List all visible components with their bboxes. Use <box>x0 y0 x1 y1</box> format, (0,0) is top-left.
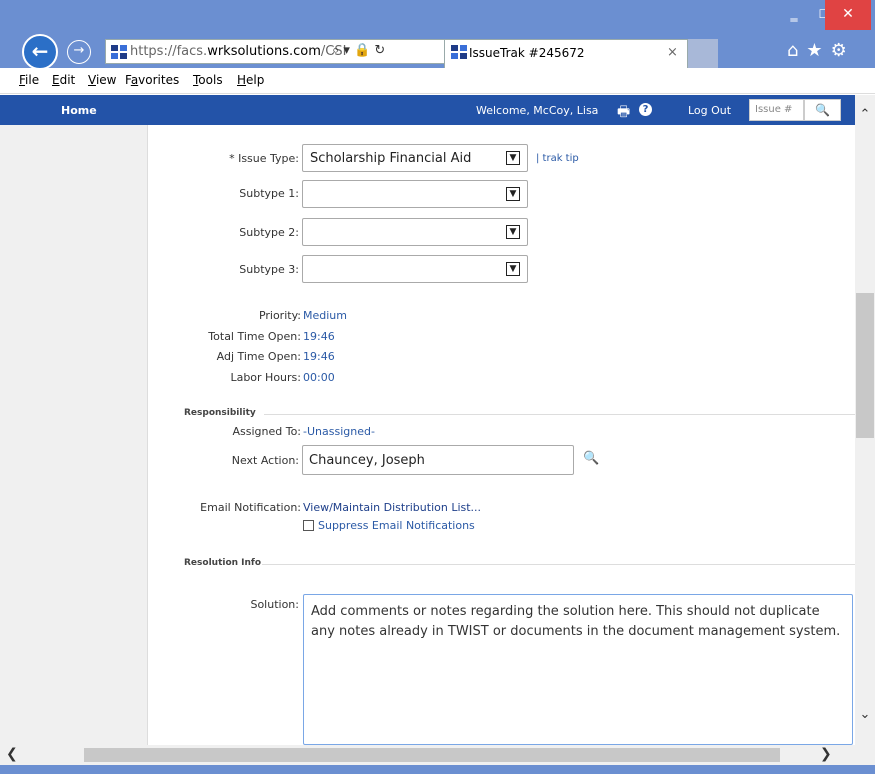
scroll-down-icon[interactable]: ⌄ <box>855 707 875 723</box>
assigned-to-label: Assigned To: <box>232 425 301 438</box>
help-icon[interactable]: ? <box>639 103 652 116</box>
assigned-to-value[interactable]: -Unassigned- <box>303 425 375 438</box>
next-action-input[interactable]: Chauncey, Joseph <box>302 445 574 475</box>
section-divider <box>262 564 855 565</box>
window-bottom-edge <box>0 765 875 774</box>
scroll-left-icon[interactable]: ❮ <box>6 746 18 762</box>
site-favicon-icon <box>111 45 127 59</box>
left-panel <box>0 125 148 745</box>
menu-file[interactable]: File <box>19 73 39 87</box>
responsibility-section-title: Responsibility <box>184 408 256 418</box>
horizontal-scrollbar[interactable]: ❮ ❯ <box>0 745 855 765</box>
email-notification-label: Email Notification: <box>200 501 301 514</box>
issue-type-select[interactable]: Scholarship Financial Aid ▼ <box>302 144 528 172</box>
adj-time-label: Adj Time Open: <box>216 350 301 363</box>
trak-tip-link[interactable]: | trak tip <box>536 153 579 164</box>
section-divider <box>264 414 855 415</box>
suppress-email-checkbox[interactable] <box>303 520 314 531</box>
tab-favicon-icon <box>451 45 467 59</box>
labor-hours-value: 00:00 <box>303 371 335 384</box>
back-button[interactable]: ← <box>22 34 58 70</box>
nav-home-link[interactable]: Home <box>61 104 97 117</box>
address-bar[interactable]: https://facs.wrksolutions.com/CSI ⌕ ▾ 🔒 … <box>105 39 445 64</box>
tab-close-icon[interactable]: × <box>667 45 678 60</box>
subtype2-label: Subtype 2: <box>239 226 299 239</box>
subtype3-label: Subtype 3: <box>239 263 299 276</box>
next-action-search-icon[interactable]: 🔍 <box>583 451 599 466</box>
menu-favorites[interactable]: Favorites <box>125 73 179 87</box>
next-action-label: Next Action: <box>231 454 299 467</box>
suppress-email-label[interactable]: Suppress Email Notifications <box>318 519 475 532</box>
issue-type-label: * Issue Type: <box>229 152 299 165</box>
priority-value: Medium <box>303 309 347 322</box>
print-icon[interactable]: 🖶 <box>617 101 630 125</box>
dropdown-arrow-icon: ▼ <box>506 187 520 201</box>
dropdown-arrow-icon: ▼ <box>506 151 520 165</box>
subtype1-label: Subtype 1: <box>239 187 299 200</box>
issue-number-input[interactable]: Issue # <box>749 99 804 121</box>
browser-tab[interactable]: IssueTrak #245672 × <box>444 39 688 68</box>
subtype2-select[interactable]: ▼ <box>302 218 528 246</box>
resolution-section-title: Resolution Info <box>184 558 262 568</box>
menu-bar: File Edit View Favorites Tools Help <box>0 68 875 94</box>
distribution-list-link[interactable]: View/Maintain Distribution List... <box>303 501 481 514</box>
logout-link[interactable]: Log Out <box>688 104 731 117</box>
subtype1-select[interactable]: ▼ <box>302 180 528 208</box>
menu-help[interactable]: Help <box>237 73 264 87</box>
vertical-scrollbar[interactable]: ⌃ ⌄ <box>855 95 875 745</box>
scroll-up-icon[interactable]: ⌃ <box>855 107 875 123</box>
vertical-scroll-thumb[interactable] <box>856 293 874 438</box>
labor-hours-label: Labor Hours: <box>230 371 301 384</box>
forward-button[interactable]: → <box>67 40 91 64</box>
close-window-button[interactable]: ✕ <box>825 0 871 30</box>
priority-label: Priority: <box>258 309 301 322</box>
solution-textarea[interactable]: Add comments or notes regarding the solu… <box>303 594 853 745</box>
dropdown-arrow-icon: ▼ <box>506 225 520 239</box>
search-icon: 🔍 <box>815 103 830 117</box>
subtype3-select[interactable]: ▼ <box>302 255 528 283</box>
title-bar: ‗ ☐ ✕ <box>0 0 875 32</box>
issue-search-button[interactable]: 🔍 <box>804 99 841 121</box>
solution-placeholder: Add comments or notes regarding the solu… <box>311 604 841 639</box>
horizontal-scroll-thumb[interactable] <box>84 748 780 762</box>
home-favorites-settings-icons[interactable]: ⌂★⚙ <box>787 40 855 61</box>
menu-edit[interactable]: Edit <box>52 73 75 87</box>
menu-tools[interactable]: Tools <box>193 73 223 87</box>
new-tab-button[interactable] <box>688 39 718 68</box>
app-nav-bar: Home Welcome, McCoy, Lisa 🖶 ? Log Out Is… <box>0 95 855 125</box>
issue-type-value: Scholarship Financial Aid <box>310 151 472 166</box>
address-url: https://facs.wrksolutions.com/CSI <box>130 44 347 59</box>
tab-title: IssueTrak #245672 <box>469 46 585 60</box>
minimize-button[interactable]: ‗ <box>779 0 809 30</box>
next-action-value: Chauncey, Joseph <box>309 453 425 468</box>
scrollbar-corner <box>855 745 875 765</box>
menu-view[interactable]: View <box>88 73 116 87</box>
adj-time-value: 19:46 <box>303 350 335 363</box>
address-controls-icon[interactable]: ⌕ ▾ 🔒 ↻ <box>332 43 385 58</box>
solution-label: Solution: <box>250 598 299 611</box>
welcome-text: Welcome, McCoy, Lisa <box>476 104 599 117</box>
total-time-value: 19:46 <box>303 330 335 343</box>
scroll-right-icon[interactable]: ❯ <box>820 746 832 762</box>
total-time-label: Total Time Open: <box>208 330 301 343</box>
dropdown-arrow-icon: ▼ <box>506 262 520 276</box>
